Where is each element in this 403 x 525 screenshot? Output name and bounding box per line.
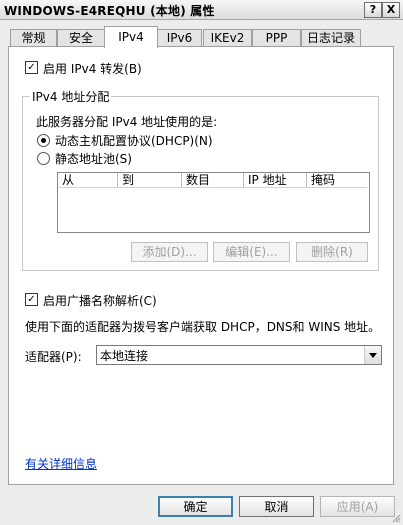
more-info-link[interactable]: 有关详细信息 <box>25 455 97 472</box>
adapter-selected-value: 本地连接 <box>100 349 149 363</box>
tab-ppp[interactable]: PPP <box>252 29 301 47</box>
static-pool-label: 静态地址池(S) <box>55 152 132 166</box>
column-count[interactable]: 数目 <box>182 173 244 188</box>
static-pool-radio[interactable] <box>37 152 50 165</box>
tab-security[interactable]: 安全 <box>57 29 105 47</box>
enable-forwarding-label: 启用 IPv4 转发(B) <box>43 62 142 76</box>
cancel-button[interactable]: 取消 <box>239 496 314 517</box>
column-mask[interactable]: 掩码 <box>307 173 367 188</box>
adapter-dropdown-button[interactable] <box>364 346 381 364</box>
broadcast-name-resolution-label: 启用广播名称解析(C) <box>43 294 157 308</box>
radio-selected-icon <box>41 138 46 143</box>
tab-ipv4[interactable]: IPv4 <box>104 26 158 48</box>
apply-button[interactable]: 应用(A) <box>320 496 395 517</box>
resize-grip-icon[interactable] <box>391 513 401 523</box>
column-to[interactable]: 到 <box>118 173 182 188</box>
column-from[interactable]: 从 <box>58 173 118 188</box>
add-button[interactable]: 添加(D)... <box>131 242 208 262</box>
edit-button[interactable]: 编辑(E)... <box>213 242 290 262</box>
adapter-label: 适配器(P): <box>25 350 82 364</box>
window-title: WINDOWS-E4REQHU (本地) 属性 <box>4 4 215 18</box>
close-button[interactable]: X <box>382 2 400 18</box>
assignment-description: 此服务器分配 IPv4 地址使用的是: <box>36 115 218 129</box>
close-icon: X <box>386 3 396 16</box>
adapter-select[interactable]: 本地连接 <box>96 345 382 365</box>
tab-logging[interactable]: 日志记录 <box>301 29 361 47</box>
tab-general[interactable]: 常规 <box>10 29 57 47</box>
chevron-down-icon <box>369 353 377 358</box>
remove-button[interactable]: 删除(R) <box>296 242 368 262</box>
adapter-description: 使用下面的适配器为拨号客户端获取 DHCP，DNS和 WINS 地址。 <box>25 320 381 334</box>
ok-button[interactable]: 确定 <box>158 496 233 517</box>
address-pool-list[interactable]: 从 到 数目 IP 地址 掩码 <box>57 172 370 233</box>
tab-ikev2[interactable]: IKEv2 <box>203 29 252 47</box>
help-button[interactable]: ? <box>364 2 382 18</box>
check-icon: ✓ <box>27 294 36 305</box>
enable-forwarding-checkbox[interactable]: ✓ <box>25 61 38 74</box>
tab-ipv6[interactable]: IPv6 <box>157 29 202 47</box>
dhcp-label: 动态主机配置协议(DHCP)(N) <box>55 134 213 148</box>
check-icon: ✓ <box>27 62 36 73</box>
dhcp-radio[interactable] <box>37 134 50 147</box>
assignment-group-title: IPv4 地址分配 <box>30 88 112 105</box>
broadcast-name-resolution-checkbox[interactable]: ✓ <box>25 293 38 306</box>
column-ip-address[interactable]: IP 地址 <box>244 173 307 188</box>
